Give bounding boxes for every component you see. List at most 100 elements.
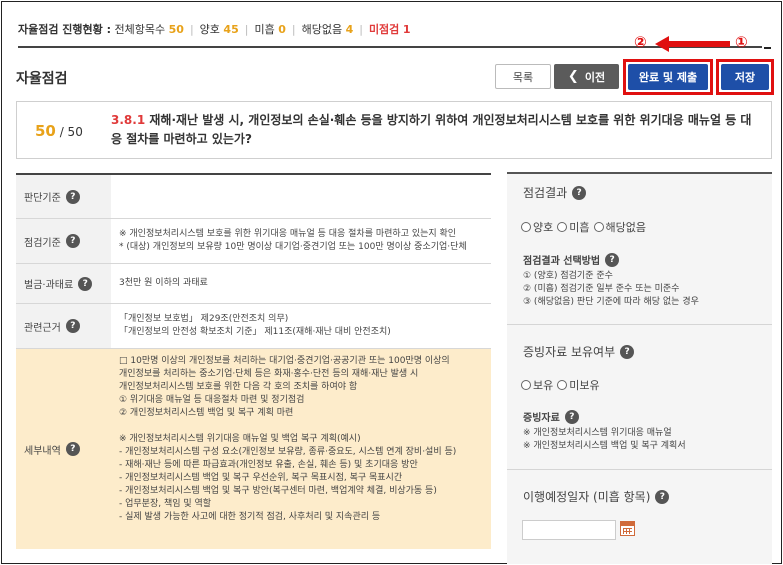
detail-line: ② 개인정보처리시스템 백업 및 복구 계획 마련 (119, 408, 294, 418)
table-header-cell: 관련근거 ? (16, 304, 111, 348)
radio-good[interactable]: 양호 (521, 219, 553, 235)
divider (507, 324, 772, 325)
method-title: 점검결과 선택방법 ? (523, 252, 620, 267)
radio-label: 미흡 (569, 221, 590, 234)
radio-na[interactable]: 해당없음 (593, 219, 646, 235)
status-total-label: 전체항목수 (114, 23, 166, 36)
divider: | (244, 22, 249, 36)
status-unchecked-value: 1 (402, 22, 411, 36)
calendar-icon[interactable] (620, 521, 635, 536)
annotation-step-2: ② (634, 33, 647, 51)
evidence-title: 증빙자료 보유여부 ? (523, 343, 635, 360)
judgment-label: 판단기준 (24, 193, 61, 204)
question-box: 50 / 50 3.8.1 재해·재난 발생 시, 개인정보의 손실·훼손 등을… (16, 101, 772, 159)
radio-label: 해당없음 (605, 221, 646, 234)
radio-no-evidence[interactable]: 미보유 (557, 377, 600, 393)
complete-submit-button[interactable]: 완료 및 제출 (628, 64, 708, 90)
divider (507, 469, 772, 470)
annotation-arrow-head-icon (655, 36, 669, 52)
detail-line: ① 위기대응 매뉴얼 등 대응절차 마련 및 정기점검 (119, 395, 305, 405)
table-header-cell: 판단기준 ? (16, 175, 111, 218)
evidence-docs-title: 증빙자료 ? (523, 409, 579, 424)
penalty-label: 벌금·과태료 (24, 280, 74, 291)
schedule-title-text: 이행예정일자 (미흡 항목) (523, 490, 651, 504)
chevron-left-icon: ❮ (567, 69, 579, 84)
method-title-text: 점검결과 선택방법 (523, 256, 601, 267)
help-icon[interactable]: ? (605, 252, 620, 267)
status-na-value: 4 (345, 22, 354, 36)
help-icon[interactable]: ? (620, 344, 635, 359)
help-icon[interactable]: ? (65, 319, 80, 333)
question-code: 3.8.1 (111, 113, 146, 127)
detail-line: 개인정보를 처리하는 중소기업·단체 등은 화재·홍수·단전 등의 재해·재난 … (119, 369, 419, 379)
evidence-doc-line: ※ 개인정보처리시스템 백업 및 복구 계획서 (523, 441, 686, 451)
table-row: 관련근거 ? 「개인정보 보호법」 제29조(안전조치 의무) 「개인정보의 안… (16, 304, 491, 349)
help-icon[interactable]: ? (78, 276, 93, 291)
check-line: * (대상) 개인정보의 보유량 10만 명이상 대기업·중견기업 또는 100… (119, 242, 467, 252)
table-row: 점검기준 ? ※ 개인정보처리시스템 보호를 위한 위기대응 매뉴얼 등 대응 … (16, 219, 491, 264)
schedule-title: 이행예정일자 (미흡 항목) ? (523, 488, 670, 505)
help-icon[interactable]: ? (572, 185, 587, 200)
detail-line: ※ 개인정보처리시스템 위기대응 매뉴얼 및 백업 복구 계획(예시) (119, 434, 361, 444)
penalty-value: 3천만 원 이하의 과태료 (119, 278, 208, 288)
annotation-step-1: ① (735, 33, 748, 51)
radio-circle-icon (521, 380, 531, 390)
detail-line: - 업무분장, 책임 및 역할 (119, 499, 212, 509)
result-panel: 점검결과 ? 양호 미흡 해당없음 점검결과 선택방법 ? ① (양호) 점검기… (507, 172, 772, 564)
help-icon[interactable]: ? (655, 489, 670, 504)
page-title: 자율점검 (16, 71, 68, 87)
divider: | (189, 22, 194, 36)
status-unchecked-label: 미점검 (368, 23, 400, 36)
criteria-table: 판단기준 ? 점검기준 ? ※ 개인정보처리시스템 보호를 위한 위기대응 매뉴… (16, 173, 491, 549)
status-good-value: 45 (223, 22, 239, 36)
judgment-value (111, 175, 491, 218)
help-icon[interactable]: ? (65, 189, 80, 204)
annotation-arrow-shaft (668, 41, 730, 47)
basis-line: 「개인정보 보호법」 제29조(안전조치 의무) (119, 314, 289, 324)
detail-line: - 재해·재난 등에 따른 파급효과(개인정보 유출, 손실, 훼손 등) 및 … (119, 460, 418, 470)
result-title-text: 점검결과 (523, 186, 568, 200)
help-icon[interactable]: ? (564, 409, 579, 424)
schedule-date-input[interactable] (522, 520, 616, 540)
method-list: ① (양호) 점검기준 준수 ② (미흡) 점검기준 일부 준수 또는 미준수 … (523, 270, 699, 309)
status-total-value: 50 (168, 22, 184, 36)
check-value: ※ 개인정보처리시스템 보호를 위한 위기대응 매뉴얼 등 대응 절차를 마련하… (111, 219, 491, 263)
radio-circle-icon (521, 222, 531, 232)
radio-insufficient[interactable]: 미흡 (557, 219, 590, 235)
annotation-dash (764, 47, 771, 49)
evidence-docs-list: ※ 개인정보처리시스템 위기대응 매뉴얼 ※ 개인정보처리시스템 백업 및 복구… (523, 427, 686, 453)
evidence-docs-title-text: 증빙자료 (523, 413, 560, 424)
question-counter: 50 / 50 (35, 122, 83, 140)
detail-line: - 실제 발생 가능한 사고에 대한 정기적 점검, 사후처리 및 지속관리 등 (119, 512, 381, 522)
save-button[interactable]: 저장 (721, 64, 769, 90)
radio-label: 보유 (533, 379, 554, 392)
divider: | (359, 22, 363, 36)
check-label: 점검기준 (24, 237, 61, 249)
table-row: 벌금·과태료 ? 3천만 원 이하의 과태료 (16, 264, 491, 304)
radio-circle-icon (557, 380, 568, 390)
radio-has-evidence[interactable]: 보유 (521, 377, 553, 393)
basis-value: 「개인정보 보호법」 제29조(안전조치 의무) 「개인정보의 안전성 확보조치… (111, 304, 491, 348)
radio-circle-icon (557, 222, 568, 232)
status-insufficient-label: 미흡 (254, 23, 275, 36)
basis-label: 관련근거 (24, 322, 61, 334)
evidence-radio-group: 보유 미보유 (521, 377, 604, 393)
detail-line: □ 10만명 이상의 개인정보를 처리하는 대기업·중견기업·공공기관 또는 1… (119, 356, 450, 366)
list-button[interactable]: 목록 (495, 64, 551, 89)
basis-line: 「개인정보의 안전성 확보조치 기준」 제11조(재해·재난 대비 안전조치) (119, 327, 391, 337)
status-na-label: 해당없음 (301, 23, 343, 36)
radio-circle-icon (593, 222, 604, 232)
question-text: 3.8.1 재해·재난 발생 시, 개인정보의 손실·훼손 등을 방지하기 위하… (111, 111, 761, 149)
detail-line: - 개인정보처리시스템 백업 및 복구 방안(복구센터 마련, 백업계약 체결,… (119, 486, 437, 496)
radio-label: 양호 (533, 221, 554, 234)
question-body: 재해·재난 발생 시, 개인정보의 손실·훼손 등을 방지하기 위하여 개인정보… (111, 113, 752, 146)
help-icon[interactable]: ? (65, 234, 80, 248)
detail-line: - 개인정보처리시스템 구성 요소(개인정보 보유량, 종류·중요도, 시스템 … (119, 447, 457, 457)
question-total: / 50 (59, 125, 83, 139)
help-icon[interactable]: ? (65, 442, 80, 456)
prev-button[interactable]: ❮ 이전 (554, 64, 619, 89)
result-title: 점검결과 ? (523, 184, 587, 201)
method-line: ① (양호) 점검기준 준수 (523, 271, 613, 281)
table-row: 판단기준 ? (16, 175, 491, 219)
table-header-cell: 점검기준 ? (16, 219, 111, 263)
